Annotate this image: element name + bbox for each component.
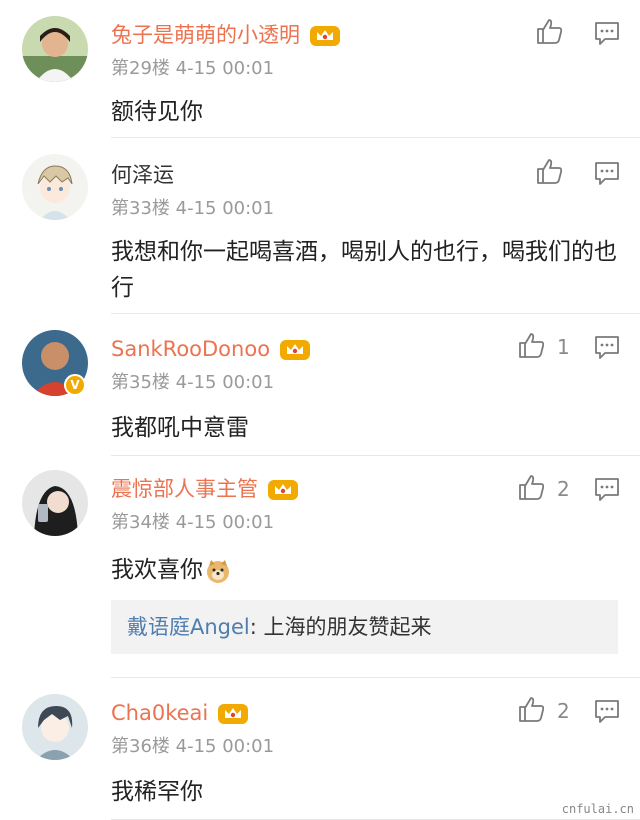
thumbs-up-icon[interactable] <box>517 331 545 359</box>
comment-meta: 第35楼 4-15 00:01 <box>111 372 274 394</box>
username[interactable]: 兔子是萌萌的小透明 <box>111 22 342 49</box>
username[interactable]: 震惊部人事主管 <box>111 476 300 503</box>
comment-item: Cha0keai 第36楼 4-15 00:01 我稀罕你 2 <box>0 678 640 820</box>
doge-emoji-icon <box>207 559 229 583</box>
avatar[interactable] <box>22 154 88 220</box>
comment-text: 我都吼中意雷 <box>111 415 249 441</box>
timestamp: 4-15 00:01 <box>175 512 275 533</box>
comment-meta: 第36楼 4-15 00:01 <box>111 736 274 758</box>
username-text[interactable]: 兔子是萌萌的小透明 <box>111 23 300 47</box>
floor-number: 第29楼 <box>111 58 170 79</box>
comment-meta: 第34楼 4-15 00:01 <box>111 512 274 534</box>
comment-item: 何泽运 第33楼 4-15 00:01 我想和你一起喝喜酒，喝别人的也行，喝我们… <box>0 138 640 314</box>
comment-meta: 第29楼 4-15 00:01 <box>111 58 274 80</box>
vip-crown-icon <box>268 480 298 500</box>
like-count: 2 <box>557 477 570 501</box>
comment-icon[interactable] <box>593 476 621 502</box>
avatar[interactable] <box>22 470 88 536</box>
timestamp: 4-15 00:01 <box>175 736 275 757</box>
reply-text: 上海的朋友赞起来 <box>256 615 432 639</box>
comment-icon[interactable] <box>593 20 621 46</box>
comment-item: 震惊部人事主管 第34楼 4-15 00:01 我欢喜你 戴语庭Angel: 上… <box>0 456 640 678</box>
thumbs-up-icon[interactable] <box>517 695 545 723</box>
comment-text-body: 我欢喜你 <box>111 557 203 583</box>
username-text[interactable]: SankRooDonoo <box>111 337 270 361</box>
avatar[interactable] <box>22 694 88 760</box>
timestamp: 4-15 00:01 <box>175 372 275 393</box>
comment-icon[interactable] <box>593 160 621 186</box>
comment-text: 我欢喜你 <box>111 552 622 588</box>
comment-text: 我稀罕你 <box>111 779 203 805</box>
username-text[interactable]: Cha0keai <box>111 701 208 725</box>
reply-username[interactable]: 戴语庭Angel <box>127 615 250 639</box>
floor-number: 第36楼 <box>111 736 170 757</box>
username[interactable]: SankRooDonoo <box>111 336 312 363</box>
thumbs-up-icon[interactable] <box>535 157 563 185</box>
sub-reply[interactable]: 戴语庭Angel: 上海的朋友赞起来 <box>111 600 618 654</box>
comment-meta: 第33楼 4-15 00:01 <box>111 198 274 220</box>
like-count: 1 <box>557 335 570 359</box>
timestamp: 4-15 00:01 <box>175 58 275 79</box>
comment-item: V SankRooDonoo 第35楼 4-15 00:01 我都吼中意雷 1 <box>0 314 640 456</box>
vip-crown-icon <box>218 704 249 724</box>
floor-number: 第34楼 <box>111 512 170 533</box>
thumbs-up-icon[interactable] <box>517 473 545 501</box>
username-text[interactable]: 何泽运 <box>111 163 174 187</box>
floor-number: 第33楼 <box>111 198 170 219</box>
verified-badge-icon: V <box>64 374 86 396</box>
avatar[interactable] <box>22 16 88 82</box>
floor-number: 第35楼 <box>111 372 170 393</box>
thumbs-up-icon[interactable] <box>535 17 563 45</box>
username[interactable]: 何泽运 <box>111 162 174 188</box>
timestamp: 4-15 00:01 <box>175 198 275 219</box>
vip-crown-icon <box>280 340 311 360</box>
comment-text: 我想和你一起喝喜酒，喝别人的也行，喝我们的也行 <box>111 239 617 301</box>
watermark: cnfulai.cn <box>561 802 634 816</box>
comment-item: 兔子是萌萌的小透明 第29楼 4-15 00:01 额待见你 <box>0 0 640 138</box>
vip-crown-icon <box>310 26 340 46</box>
like-count: 2 <box>557 699 570 723</box>
comment-icon[interactable] <box>593 698 621 724</box>
username[interactable]: Cha0keai <box>111 700 250 727</box>
reply-separator: : <box>249 615 257 639</box>
username-text[interactable]: 震惊部人事主管 <box>111 477 258 501</box>
comment-icon[interactable] <box>593 334 621 360</box>
comment-text: 额待见你 <box>111 99 203 125</box>
